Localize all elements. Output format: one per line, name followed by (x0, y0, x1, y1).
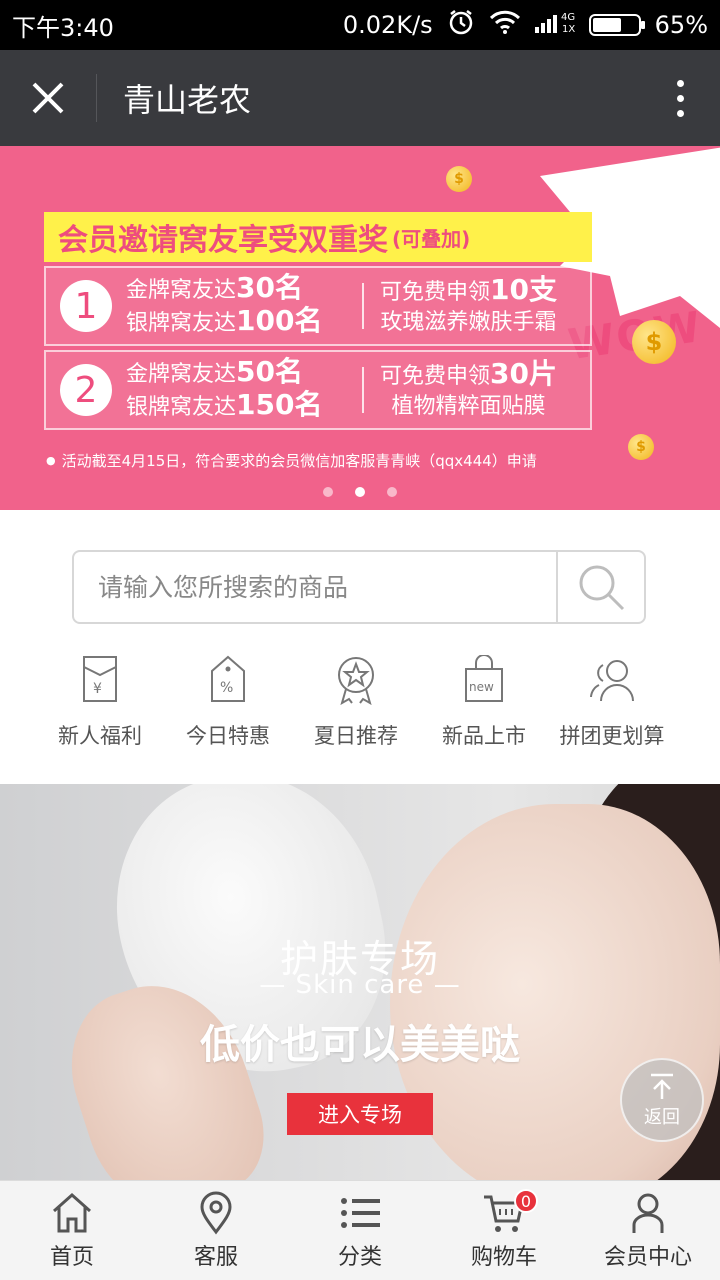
alarm-icon (447, 8, 475, 42)
rule-reward: 可免费申领10支 玫瑰滋养嫩肤手霜 (380, 272, 557, 335)
enter-section-button[interactable]: 进入专场 (287, 1093, 433, 1135)
back-to-top-button[interactable]: 返回 (620, 1058, 704, 1142)
list-icon (341, 1198, 380, 1228)
search-button[interactable] (556, 552, 644, 622)
rule-number: 1 (60, 280, 112, 332)
cart-badge: 0 (514, 1189, 538, 1213)
skin-care-slogan: 低价也可以美美哒 (200, 1022, 520, 1068)
tab-home[interactable]: 首页 (0, 1181, 144, 1280)
carousel-dot[interactable] (355, 487, 365, 497)
quick-nav-new-user[interactable]: ¥ 新人福利 (36, 650, 164, 750)
quick-nav-daily-deal[interactable]: % 今日特惠 (164, 650, 292, 750)
page-title: 青山老农 (123, 81, 252, 119)
battery-icon (588, 14, 645, 36)
rule-reward: 可免费申领30片 植物精粹面贴膜 (380, 356, 557, 419)
carousel-dot[interactable] (387, 487, 397, 497)
more-dot-icon (676, 94, 684, 102)
status-time: 下午3:40 (12, 13, 114, 42)
status-bar: 下午3:40 0.02K/s 4G 1X 65% (0, 0, 720, 50)
rule-conditions: 金牌窝友达50名 银牌窝友达150名 (126, 355, 323, 421)
promo-banner[interactable]: WOW $ $ $ 会员邀请窝友享受双重奖(可叠加) 1 金牌窝友达30名 银牌… (0, 146, 720, 510)
rule-separator (362, 283, 364, 329)
sim-indicator: 1X (562, 24, 575, 35)
more-dot-icon (676, 109, 684, 117)
rule-conditions: 金牌窝友达30名 银牌窝友达100名 (126, 271, 323, 337)
discount-tag-icon: % (211, 655, 245, 702)
reward-rule-2: 2 金牌窝友达50名 银牌窝友达150名 可免费申领30片 植物精粹面贴膜 (44, 350, 592, 430)
more-menu-button[interactable] (640, 50, 720, 146)
coin-icon: $ (632, 320, 676, 364)
skin-care-subtitle: — Skin care — (259, 970, 461, 1000)
quick-nav-summer-pick[interactable]: 夏日推荐 (292, 650, 420, 750)
location-pin-icon (200, 1191, 232, 1235)
quick-nav-group-buy[interactable]: 拼团更划算 (548, 650, 676, 750)
coin-icon: $ (628, 434, 654, 460)
rule-separator (362, 367, 364, 413)
signal-icon: 4G 1X (534, 9, 575, 41)
banner-title: 会员邀请窝友享受双重奖 (可叠加) (44, 212, 592, 262)
tab-customer-service[interactable]: 客服 (144, 1181, 288, 1280)
svg-text:¥: ¥ (93, 681, 102, 697)
svg-text:%: % (220, 680, 233, 696)
arrow-up-icon (651, 1073, 673, 1099)
search-icon (579, 565, 625, 611)
bottom-tab-bar: 首页 客服 分类 0 购物车 会员中心 (0, 1180, 720, 1280)
quick-nav-new-arrivals[interactable]: new 新品上市 (420, 650, 548, 750)
user-icon (632, 1193, 664, 1233)
red-envelope-icon: ¥ (83, 656, 117, 702)
carousel-dots (0, 487, 720, 497)
tab-cart[interactable]: 0 购物车 (432, 1181, 576, 1280)
battery-percent: 65% (654, 11, 708, 39)
search-input[interactable] (74, 552, 556, 622)
rule-number: 2 (60, 364, 112, 416)
carousel-dot[interactable] (323, 487, 333, 497)
app-header: 青山老农 (0, 50, 720, 146)
close-icon (32, 82, 64, 114)
header-divider (96, 74, 97, 122)
search-bar (72, 550, 646, 624)
new-bag-icon: new (465, 655, 503, 702)
banner-note: 活动截至4月15日，符合要求的会员微信加客服青青峡（qqx444）申请 (46, 450, 537, 471)
tab-categories[interactable]: 分类 (288, 1181, 432, 1280)
star-badge-icon (338, 657, 374, 705)
wifi-icon (489, 9, 521, 41)
tab-member-center[interactable]: 会员中心 (576, 1181, 720, 1280)
more-dot-icon (676, 79, 684, 87)
group-users-icon (590, 660, 634, 702)
network-type: 4G (561, 12, 575, 23)
quick-nav: ¥ 新人福利 % 今日特惠 夏日推荐 new 新品上市 拼团更划算 (0, 650, 720, 750)
reward-rule-1: 1 金牌窝友达30名 银牌窝友达100名 可免费申领10支 玫瑰滋养嫩肤手霜 (44, 266, 592, 346)
status-indicators: 0.02K/s 4G 1X 65% (343, 8, 708, 42)
coin-icon: $ (446, 166, 472, 192)
network-speed: 0.02K/s (342, 11, 433, 39)
close-button[interactable] (0, 50, 96, 146)
home-icon (53, 1192, 91, 1233)
skin-care-promo[interactable]: 护肤专场 — Skin care — 低价也可以美美哒 进入专场 (0, 784, 720, 1184)
svg-text:new: new (469, 680, 494, 694)
